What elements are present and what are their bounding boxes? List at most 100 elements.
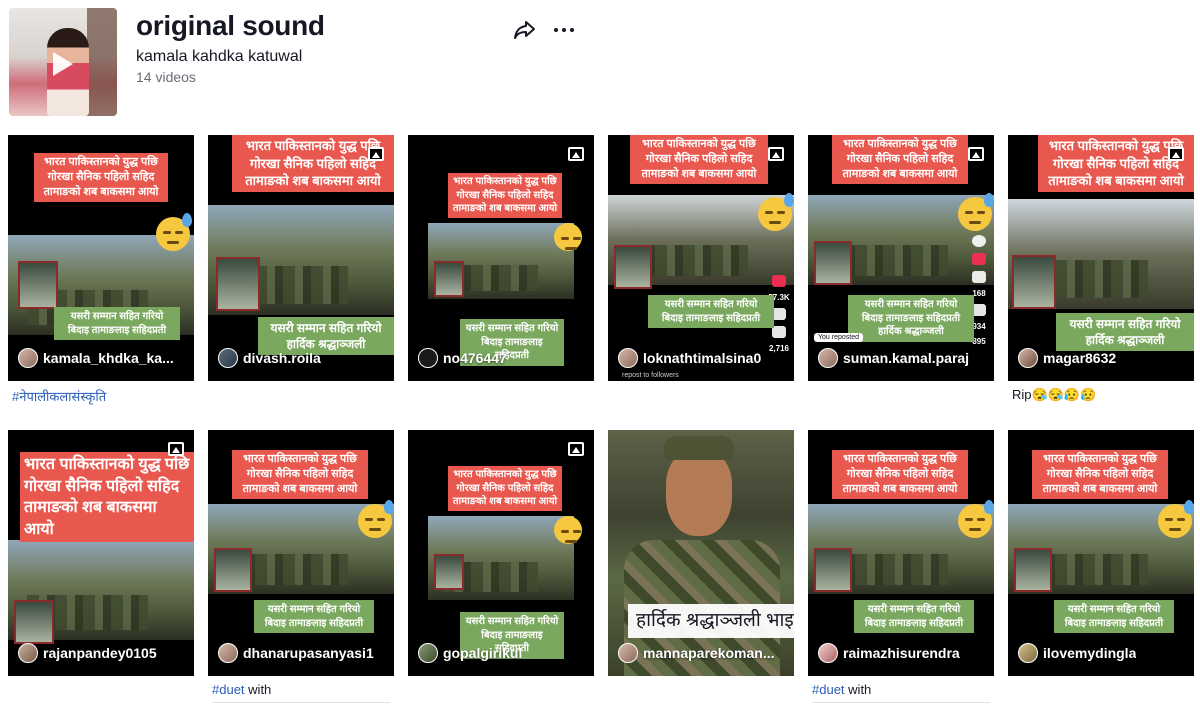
title-banner: भारत पाकिस्तानको युद्ध पछि गोरखा सैनिक प…	[832, 450, 968, 499]
user-row[interactable]: suman.kamal.paraj	[818, 347, 986, 369]
video-count: 14 videos	[136, 69, 196, 85]
banner-line: हार्दिक श्रद्धाञ्जली	[1085, 333, 1165, 348]
video-caption-8[interactable]: #duet with	[212, 682, 271, 697]
banner-line: तामाङको शब बाकसमा आयो	[1048, 173, 1184, 189]
more-icon[interactable]	[551, 18, 577, 42]
video-card-11[interactable]: भारत पाकिस्तानको युद्ध पछि गोरखा सैनिक प…	[808, 430, 994, 676]
user-row[interactable]: loknathtimalsina0	[618, 347, 786, 369]
tribute-banner: हार्दिक श्रद्धाञ्जली भाइ	[628, 604, 794, 638]
username: dhanarupasanyasi1	[243, 645, 374, 661]
user-row[interactable]: ilovemydingla	[1018, 642, 1186, 664]
share-icon[interactable]	[512, 18, 538, 42]
user-row[interactable]: magar8632	[1018, 347, 1186, 369]
sad-emoji-icon	[958, 193, 994, 231]
banner-line: यसरी सम्मान सहित गरियो	[1069, 317, 1181, 331]
video-card-12[interactable]: भारत पाकिस्तानको युद्ध पछि गोरखा सैनिक प…	[1008, 430, 1194, 676]
video-card-8[interactable]: भारत पाकिस्तानको युद्ध पछि गोरखा सैनिक प…	[208, 430, 394, 676]
banner-line: भारत पाकिस्तानको युद्ध पछि	[243, 453, 357, 465]
photo-icon	[1168, 147, 1184, 161]
photo-icon	[568, 442, 584, 456]
cover-background	[87, 8, 117, 116]
title-banner: भारत पाकिस्तानको युद्ध पछि गोरखा सैनिक प…	[448, 173, 562, 218]
banner-line: गोरखा सैनिक पहिलो सहिद	[24, 477, 180, 495]
user-row[interactable]: kamala_khdka_ka...	[18, 347, 186, 369]
user-row[interactable]: divash.roila	[218, 347, 386, 369]
sound-cover[interactable]	[9, 8, 117, 116]
avatar	[218, 643, 238, 663]
play-icon[interactable]	[53, 52, 73, 76]
video-card-5[interactable]: भारत पाकिस्तानको युद्ध पछि गोरखा सैनिक प…	[808, 135, 994, 381]
video-card-9[interactable]: भारत पाकिस्तानको युद्ध पछि गोरखा सैनिक प…	[408, 430, 594, 676]
video-caption-1[interactable]: #नेपालीकलासंस्कृति	[12, 387, 106, 405]
username: mannaparekoman...	[643, 645, 775, 661]
hashtag-link[interactable]: #duet	[212, 682, 245, 697]
banner-line: यसरी सम्मान सहित गरियो	[70, 311, 164, 322]
sad-emoji-icon	[758, 193, 794, 231]
username: divash.roila	[243, 350, 321, 366]
bookmark-icon[interactable]	[972, 304, 986, 316]
soldier-cap	[664, 436, 734, 460]
hashtag-link[interactable]: #नेपालीकलासंस्कृति	[12, 389, 106, 404]
video-caption-6[interactable]: Rip😪😪😥😥	[1012, 387, 1096, 403]
banner-line: गोरखा सैनिक पहिलो सहिद	[1046, 467, 1154, 480]
caption-divider	[212, 702, 390, 703]
avatar	[418, 348, 438, 368]
video-card-4[interactable]: भारत पाकिस्तानको युद्ध पछि गोरखा सैनिक प…	[608, 135, 794, 381]
user-row[interactable]: dhanarupasanyasi1	[218, 642, 386, 664]
hashtag-link[interactable]: #duet	[812, 682, 845, 697]
video-card-7[interactable]: भारत पाकिस्तानको युद्ध पछि गोरखा सैनिक प…	[8, 430, 194, 676]
user-row[interactable]: raimazhisurendra	[818, 642, 986, 664]
user-row[interactable]: mannaparekoman...	[618, 642, 786, 664]
like-icon[interactable]	[772, 275, 786, 287]
username: raimazhisurendra	[843, 645, 960, 661]
sad-emoji-icon	[156, 213, 192, 251]
soldier-face	[666, 450, 732, 536]
photo-icon	[568, 147, 584, 161]
username: no476447	[443, 350, 507, 366]
sad-emoji-icon	[554, 223, 582, 251]
user-row[interactable]: rajanpandey0105	[18, 642, 186, 664]
banner-line: यसरी सम्मान सहित गरियो	[465, 616, 559, 627]
username: gopalgirikul	[443, 645, 523, 661]
like-icon[interactable]	[972, 253, 986, 265]
comment-icon[interactable]	[972, 271, 986, 283]
banner-line: तामाङको शब बाकसमा आयो	[452, 496, 558, 507]
sound-author[interactable]: kamala kahdka katuwal	[136, 48, 302, 66]
user-row[interactable]: gopalgirikul	[418, 642, 586, 664]
title-banner: भारत पाकिस्तानको युद्ध पछि गोरखा सैनिक प…	[630, 135, 768, 184]
banner-line: तामाङको शब बाकसमा आयो	[1042, 482, 1158, 495]
video-card-2[interactable]: भारत पाकिस्तानको युद्ध पछि गोरखा सैनिक प…	[208, 135, 394, 381]
title-banner: भारत पाकिस्तानको युद्ध पछि गोरखा सैनिक प…	[34, 153, 168, 202]
video-card-6[interactable]: भारत पाकिस्तानको युद्ध पछि गोरखा सैनिक प…	[1008, 135, 1194, 381]
inset-thumbnail	[614, 245, 652, 289]
avatar	[18, 643, 38, 663]
inset-thumbnail	[814, 548, 852, 592]
video-caption-11[interactable]: #duet with	[812, 682, 871, 697]
avatar	[1018, 348, 1038, 368]
bookmark-icon[interactable]	[772, 326, 786, 338]
inset-thumbnail	[18, 261, 58, 309]
photo-icon	[768, 147, 784, 161]
video-card-1[interactable]: भारत पाकिस्तानको युद्ध पछि गोरखा सैनिक प…	[8, 135, 194, 381]
avatar	[218, 348, 238, 368]
inset-thumbnail	[216, 257, 260, 311]
video-card-3[interactable]: भारत पाकिस्तानको युद्ध पछि गोरखा सैनिक प…	[408, 135, 594, 381]
inset-thumbnail	[214, 548, 252, 592]
avatar	[818, 643, 838, 663]
caption-divider	[812, 702, 990, 703]
title-banner: भारत पाकिस्तानको युद्ध पछि गोरखा सैनिक प…	[832, 135, 968, 184]
photo-icon	[168, 442, 184, 456]
reposted-badge: You reposted	[814, 333, 863, 342]
comment-icon[interactable]	[772, 308, 786, 320]
video-card-10[interactable]: हार्दिक श्रद्धाञ्जली भाइ mannaparekoman.…	[608, 430, 794, 676]
comment-count: 168	[972, 289, 986, 298]
banner-line: तामाङको शब बाकसमा आयो	[242, 482, 358, 495]
caption-banner: यसरी सम्मान सहित गरियो बिदाइ तामाङलाइ सह…	[854, 600, 974, 633]
title-banner: भारत पाकिस्तानको युद्ध पछि गोरखा सैनिक प…	[232, 450, 368, 499]
avatar-follow-icon[interactable]	[972, 235, 986, 247]
avatar	[618, 643, 638, 663]
inset-thumbnail	[434, 261, 464, 297]
user-row[interactable]: no476447	[418, 347, 586, 369]
banner-line: तामाङको शब बाकसमा आयो	[842, 482, 958, 495]
sound-header: original sound kamala kahdka katuwal 14 …	[0, 0, 1200, 125]
